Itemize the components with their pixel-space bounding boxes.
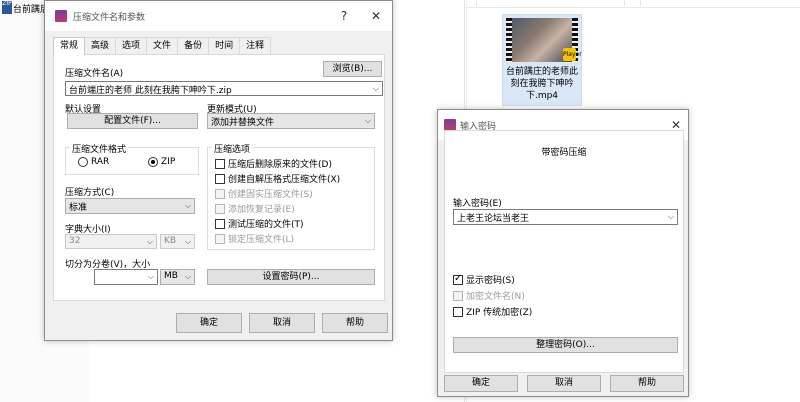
archive-name-label: 压缩文件名(A) bbox=[65, 69, 124, 79]
split-size-input[interactable]: ⌵ bbox=[94, 269, 158, 285]
titlebar: 压缩文件名和参数 ? ✕ bbox=[45, 1, 392, 31]
solid-checkbox: 创建固实压缩文件(S) bbox=[215, 187, 313, 200]
help-button[interactable]: 帮助 bbox=[610, 375, 684, 392]
help-icon[interactable]: ? bbox=[334, 7, 354, 25]
zip-legacy-label: ZIP 传统加密(Z) bbox=[466, 308, 533, 318]
format-rar-radio[interactable]: RAR bbox=[78, 157, 109, 167]
format-rar-label: RAR bbox=[91, 157, 110, 167]
ok-button[interactable]: 确定 bbox=[176, 313, 242, 333]
recovery-record-checkbox: 添加恢复记录(E) bbox=[215, 202, 295, 215]
organize-passwords-button[interactable]: 整理密码(O)... bbox=[453, 337, 678, 353]
show-password-checkbox[interactable]: 显示密码(S) bbox=[453, 273, 515, 286]
format-group-label: 压缩文件格式 bbox=[70, 142, 129, 155]
video-file-label: 台前蹒庄的老师此刻在我胯下呻吟下.mp4 bbox=[505, 67, 578, 101]
split-unit-select[interactable]: MB ⌵ bbox=[160, 269, 195, 285]
sfx-checkbox[interactable]: 创建自解压格式压缩文件(X) bbox=[215, 172, 340, 185]
dialog-title: 压缩文件名和参数 bbox=[73, 13, 146, 23]
tab-bar: 常规 高级 选项 文件 备份 时间 注释 bbox=[53, 37, 272, 55]
chevron-down-icon[interactable]: ⌵ bbox=[373, 84, 379, 94]
encrypt-names-checkbox: 加密文件名(N) bbox=[453, 289, 525, 302]
password-label: 输入密码(E) bbox=[453, 199, 502, 209]
cancel-button[interactable]: 取消 bbox=[249, 313, 315, 333]
split-unit-value: MB bbox=[164, 271, 178, 281]
general-panel: 压缩文件名(A) 浏览(B)... 台前端庄的老师 此刻在我胯下呻吟下.zip … bbox=[53, 54, 385, 301]
format-zip-label: ZIP bbox=[161, 157, 176, 167]
option-label: 创建自解压格式压缩文件(X) bbox=[228, 175, 341, 185]
test-files-checkbox[interactable]: 测试压缩的文件(T) bbox=[215, 217, 304, 230]
dict-unit-value: KB bbox=[164, 236, 177, 246]
cancel-button[interactable]: 取消 bbox=[527, 375, 601, 392]
method-label: 压缩方式(C) bbox=[65, 188, 115, 198]
update-mode-value: 添加并替换文件 bbox=[211, 118, 275, 128]
dict-size-select: 32 ⌵ bbox=[65, 234, 157, 249]
password-panel: 带密码压缩 输入密码(E) 上老王论坛当老王 ⌵ 显示密码(S) 加密文件名(N… bbox=[444, 130, 684, 373]
show-password-label: 显示密码(S) bbox=[466, 276, 515, 286]
chevron-down-icon: ⌵ bbox=[184, 237, 191, 246]
option-label: 锁定压缩文件(L) bbox=[228, 235, 295, 245]
tab-general[interactable]: 常规 bbox=[53, 37, 86, 55]
chevron-down-icon[interactable]: ⌵ bbox=[668, 212, 674, 222]
options-group-label: 压缩选项 bbox=[212, 142, 253, 155]
film-strip-left bbox=[506, 18, 512, 62]
method-value: 标准 bbox=[69, 203, 88, 213]
lock-archive-checkbox: 锁定压缩文件(L) bbox=[215, 232, 294, 245]
archive-name-input[interactable]: 台前端庄的老师 此刻在我胯下呻吟下.zip ⌵ bbox=[65, 81, 383, 96]
chevron-down-icon: ⌵ bbox=[146, 237, 153, 246]
zip-legacy-checkbox[interactable]: ZIP 传统加密(Z) bbox=[453, 305, 532, 318]
format-zip-radio[interactable]: ZIP bbox=[148, 157, 175, 167]
zip-file-icon[interactable]: ZIP bbox=[2, 1, 12, 14]
chevron-down-icon[interactable]: ⌵ bbox=[148, 272, 154, 282]
close-icon[interactable]: ✕ bbox=[366, 7, 386, 25]
player-badge-icon: Player bbox=[563, 48, 582, 61]
encrypt-names-label: 加密文件名(N) bbox=[466, 292, 525, 302]
archive-name-value: 台前端庄的老师 此刻在我胯下呻吟下.zip bbox=[69, 86, 232, 96]
ok-button[interactable]: 确定 bbox=[444, 375, 518, 392]
tab-files[interactable]: 文件 bbox=[146, 37, 179, 54]
password-input[interactable]: 上老王论坛当老王 ⌵ bbox=[453, 209, 678, 225]
help-button[interactable]: 帮助 bbox=[322, 313, 388, 333]
tab-advanced[interactable]: 高级 bbox=[84, 37, 117, 54]
tab-backup[interactable]: 备份 bbox=[177, 37, 210, 54]
method-select[interactable]: 标准 ⌵ bbox=[65, 198, 195, 214]
tab-time[interactable]: 时间 bbox=[208, 37, 241, 54]
chevron-down-icon: ⌵ bbox=[184, 201, 191, 210]
password-dialog: 输入密码 ✕ 带密码压缩 输入密码(E) 上老王论坛当老王 ⌵ 显示密码(S) … bbox=[437, 109, 689, 397]
tab-comment[interactable]: 注释 bbox=[239, 37, 272, 54]
profiles-button[interactable]: 配置文件(F)... bbox=[67, 113, 198, 129]
chevron-down-icon: ⌵ bbox=[364, 116, 371, 125]
dict-unit-select: KB ⌵ bbox=[160, 234, 195, 249]
dict-size-value: 32 bbox=[69, 236, 81, 246]
set-password-button[interactable]: 设置密码(P)... bbox=[207, 269, 375, 285]
password-value: 上老王论坛当老王 bbox=[457, 214, 530, 224]
tab-options[interactable]: 选项 bbox=[115, 37, 148, 54]
browse-button[interactable]: 浏览(B)... bbox=[323, 61, 382, 77]
archive-settings-dialog: 压缩文件名和参数 ? ✕ 常规 高级 选项 文件 备份 时间 注释 压缩文件名(… bbox=[44, 0, 393, 341]
winrar-icon bbox=[55, 10, 67, 22]
chevron-down-icon: ⌵ bbox=[184, 272, 191, 281]
option-label: 测试压缩的文件(T) bbox=[228, 220, 304, 230]
option-label: 创建固实压缩文件(S) bbox=[228, 190, 313, 200]
password-heading: 带密码压缩 bbox=[541, 148, 587, 158]
delete-after-checkbox[interactable]: 压缩后删除原来的文件(D) bbox=[215, 157, 332, 170]
option-label: 添加恢复记录(E) bbox=[228, 205, 295, 215]
update-mode-select[interactable]: 添加并替换文件 ⌵ bbox=[207, 113, 375, 129]
option-label: 压缩后删除原来的文件(D) bbox=[228, 160, 332, 170]
